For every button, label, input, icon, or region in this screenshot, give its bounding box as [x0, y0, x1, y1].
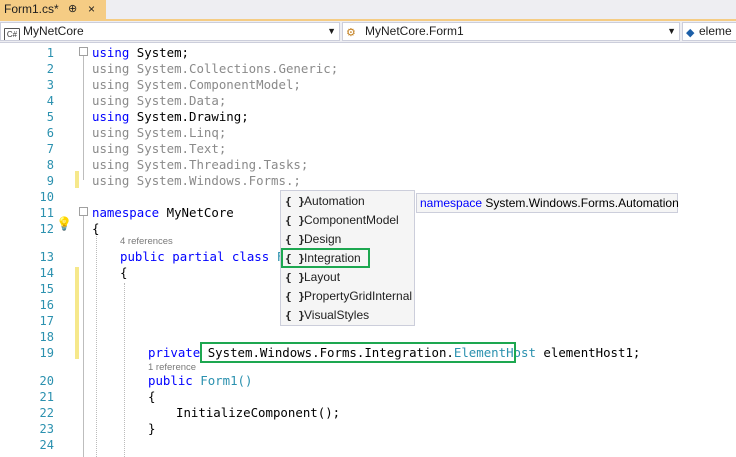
line-number: 10 — [39, 190, 54, 204]
codelens-class-references[interactable]: 4 references — [120, 236, 173, 247]
outline-guide — [83, 216, 84, 457]
changed-lines-bar — [75, 267, 79, 359]
namespace-icon: { } — [285, 233, 305, 246]
highlight-integration-item — [281, 248, 370, 268]
line-number: 24 — [39, 438, 54, 452]
code-line-using: using System.ComponentModel; — [92, 77, 301, 92]
code-line-using: using System.Threading.Tasks; — [92, 157, 309, 172]
code-line-using: using System.Linq; — [92, 125, 227, 140]
line-number: 16 — [39, 298, 54, 312]
namespace-icon: { } — [285, 195, 305, 208]
document-tab-strip: Form1.cs* ⊕ × — [0, 0, 736, 21]
completion-item[interactable]: { } Automation — [283, 192, 411, 211]
code-line-namespace: namespace MyNetCore — [92, 205, 234, 220]
line-number: 17 — [39, 314, 54, 328]
line-number: 4 — [46, 94, 54, 108]
class-label: MyNetCore.Form1 — [365, 24, 464, 38]
code-line-brace: { — [120, 265, 128, 280]
namespace-icon: { } — [285, 271, 305, 284]
completion-item[interactable]: { } Layout — [283, 268, 411, 287]
line-number: 12 — [39, 222, 54, 236]
line-number: 8 — [46, 158, 54, 172]
line-number: 18 — [39, 330, 54, 344]
code-line-brace: } — [148, 421, 156, 436]
pin-icon[interactable]: ⊕ — [68, 0, 77, 19]
code-line-using: using System.Collections.Generic; — [92, 61, 339, 76]
changed-lines-bar — [75, 171, 79, 188]
code-line-using: using System.Windows.Forms.; — [92, 173, 301, 188]
line-number: 21 — [39, 390, 54, 404]
namespace-icon: { } — [285, 290, 305, 303]
line-number: 6 — [46, 126, 54, 140]
indent-guide — [96, 233, 97, 457]
completion-item[interactable]: { } ComponentModel — [283, 211, 411, 230]
class-icon: ⚙ — [346, 27, 356, 39]
completion-tooltip: namespace System.Windows.Forms.Automatio… — [416, 193, 679, 213]
line-number: 2 — [46, 62, 54, 76]
line-number: 7 — [46, 142, 54, 156]
navigation-bar: C# MyNetCore ▼ ⚙ MyNetCore.Form1 ▼ ◆ ele… — [0, 21, 736, 43]
line-number: 1 — [46, 46, 54, 60]
line-number: 23 — [39, 422, 54, 436]
code-line-using: using System.Data; — [92, 93, 227, 108]
code-line-class: public partial class Fo — [120, 249, 292, 264]
field-icon: ◆ — [686, 27, 695, 39]
namespace-icon: { } — [285, 214, 305, 227]
codelens-ctor-references[interactable]: 1 reference — [148, 362, 196, 373]
chevron-down-icon[interactable]: ▼ — [327, 23, 336, 40]
project-label: MyNetCore — [23, 24, 84, 38]
csharp-project-icon: C# — [4, 25, 20, 40]
code-line-init: InitializeComponent(); — [176, 405, 341, 420]
chevron-down-icon[interactable]: ▼ — [667, 23, 676, 40]
line-number: 22 — [39, 406, 54, 420]
tab-title: Form1.cs* — [4, 2, 59, 16]
line-number: 15 — [39, 282, 54, 296]
namespace-icon: { } — [285, 309, 305, 322]
line-number: 14 — [39, 266, 54, 280]
outline-guide — [83, 56, 84, 180]
line-number: 13 — [39, 250, 54, 264]
close-icon[interactable]: × — [88, 0, 95, 19]
lightbulb-icon[interactable]: 💡 — [56, 216, 72, 232]
member-label: eleme — [699, 24, 732, 38]
code-line-brace: { — [148, 389, 156, 404]
line-number: 11 — [39, 206, 54, 220]
collapse-namespace-icon[interactable] — [79, 207, 88, 216]
highlight-elementhost-type — [200, 342, 516, 363]
collapse-using-icon[interactable] — [79, 47, 88, 56]
completion-item[interactable]: { } PropertyGridInternal — [283, 287, 412, 306]
line-number: 9 — [46, 174, 54, 188]
completion-item[interactable]: { } Design — [283, 230, 411, 249]
line-number: 20 — [39, 374, 54, 388]
code-line-using: using System; — [92, 45, 189, 60]
class-dropdown[interactable]: ⚙ MyNetCore.Form1 ▼ — [342, 22, 680, 41]
project-dropdown[interactable]: C# MyNetCore ▼ — [0, 22, 340, 41]
indent-guide — [124, 283, 125, 457]
code-line-using: using System.Drawing; — [92, 109, 249, 124]
member-dropdown[interactable]: ◆ eleme — [682, 22, 736, 41]
line-number: 3 — [46, 78, 54, 92]
code-line-using: using System.Text; — [92, 141, 227, 156]
code-line-brace: { — [92, 221, 100, 236]
code-line-ctor: public Form1() — [148, 373, 253, 388]
line-number: 5 — [46, 110, 54, 124]
line-number: 19 — [39, 346, 54, 360]
tab-form1-cs[interactable]: Form1.cs* ⊕ × — [0, 0, 106, 19]
completion-item[interactable]: { } VisualStyles — [283, 306, 411, 325]
